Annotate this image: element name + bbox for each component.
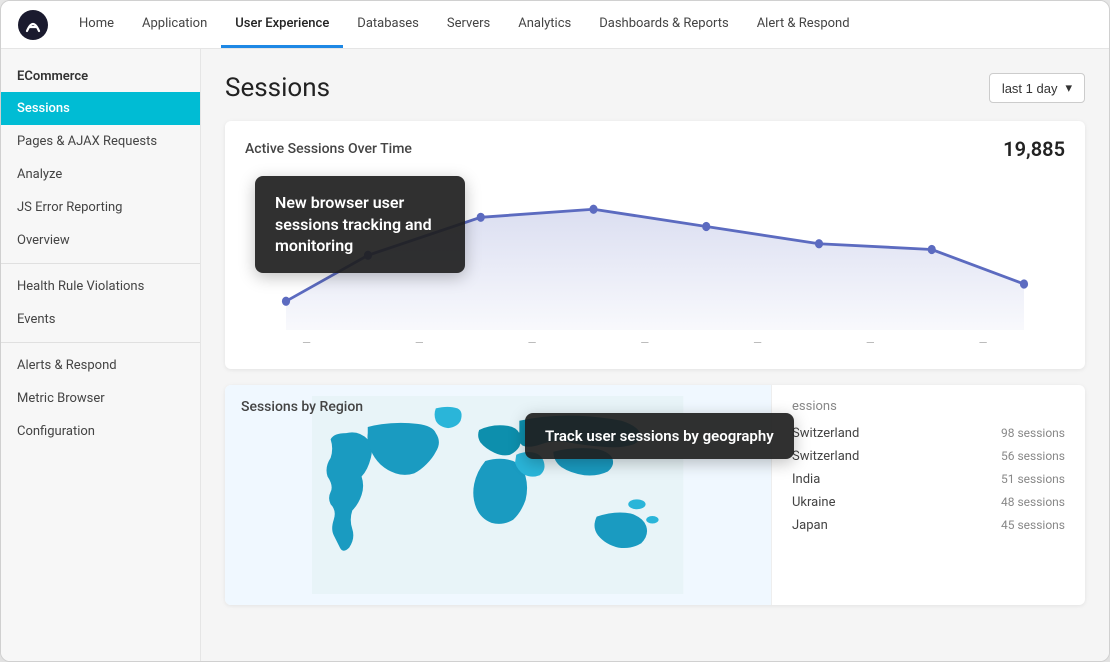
region-row-1: Switzerland 98 sessions xyxy=(792,422,1065,445)
svg-text:—: — xyxy=(866,336,875,351)
region-sessions-4: 48 sessions xyxy=(1001,495,1065,510)
region-name-5: Japan xyxy=(792,518,828,533)
region-name-4: Ukraine xyxy=(792,495,835,510)
main-layout: ECommerce Sessions Pages & AJAX Requests… xyxy=(1,49,1109,661)
svg-text:—: — xyxy=(528,336,537,351)
region-sessions-3: 51 sessions xyxy=(1001,472,1065,487)
sidebar-divider-1 xyxy=(1,263,200,264)
sidebar: ECommerce Sessions Pages & AJAX Requests… xyxy=(1,49,201,661)
svg-text:—: — xyxy=(979,336,988,351)
nav-home[interactable]: Home xyxy=(65,1,128,48)
region-sessions-5: 45 sessions xyxy=(1001,518,1065,533)
sidebar-section-label: ECommerce xyxy=(1,57,200,92)
region-name-3: India xyxy=(792,472,820,487)
region-row-4: Ukraine 48 sessions xyxy=(792,491,1065,514)
region-list-title: essions xyxy=(792,399,1065,414)
nav-servers[interactable]: Servers xyxy=(433,1,504,48)
nav-user-experience[interactable]: User Experience xyxy=(221,1,343,48)
nav-items: Home Application User Experience Databas… xyxy=(65,1,864,48)
sidebar-item-js-error[interactable]: JS Error Reporting xyxy=(1,191,200,224)
chart-value: 19,885 xyxy=(1003,137,1065,161)
svg-text:—: — xyxy=(753,336,762,351)
content-area: Sessions last 1 day ▾ Active Sessions Ov… xyxy=(201,49,1109,661)
sidebar-item-sessions[interactable]: Sessions xyxy=(1,92,200,125)
region-sessions-2: 56 sessions xyxy=(1001,449,1065,464)
sidebar-item-analyze[interactable]: Analyze xyxy=(1,158,200,191)
nav-databases[interactable]: Databases xyxy=(343,1,433,48)
geo-tooltip: Track user sessions by geography xyxy=(525,413,794,459)
region-list-area: essions Switzerland 98 sessions Switzerl… xyxy=(771,385,1085,605)
sidebar-item-alerts-respond[interactable]: Alerts & Respond xyxy=(1,349,200,382)
svg-text:—: — xyxy=(415,336,424,351)
sidebar-divider-2 xyxy=(1,342,200,343)
chart-header: Active Sessions Over Time 19,885 xyxy=(225,121,1085,169)
region-title: Sessions by Region xyxy=(241,399,363,415)
sidebar-item-metric-browser[interactable]: Metric Browser xyxy=(1,382,200,415)
nav-alert-respond[interactable]: Alert & Respond xyxy=(743,1,864,48)
region-row-3: India 51 sessions xyxy=(792,468,1065,491)
top-nav: Home Application User Experience Databas… xyxy=(1,1,1109,49)
app-window: Home Application User Experience Databas… xyxy=(0,0,1110,662)
svg-text:—: — xyxy=(640,336,649,351)
nav-analytics[interactable]: Analytics xyxy=(504,1,585,48)
sidebar-item-configuration[interactable]: Configuration xyxy=(1,415,200,448)
time-label: last 1 day xyxy=(1002,81,1058,96)
region-name-1: Switzerland xyxy=(792,426,859,441)
sessions-tooltip: New browser user sessions tracking and m… xyxy=(255,176,465,273)
time-dropdown[interactable]: last 1 day ▾ xyxy=(989,73,1085,103)
region-row-5: Japan 45 sessions xyxy=(792,514,1065,537)
sidebar-item-health-rule[interactable]: Health Rule Violations xyxy=(1,270,200,303)
region-name-2: Switzerland xyxy=(792,449,859,464)
sidebar-item-pages-ajax[interactable]: Pages & AJAX Requests xyxy=(1,125,200,158)
chevron-down-icon: ▾ xyxy=(1065,80,1072,96)
chart-title: Active Sessions Over Time xyxy=(245,141,412,157)
nav-application[interactable]: Application xyxy=(128,1,221,48)
page-title: Sessions xyxy=(225,73,330,103)
sidebar-item-overview[interactable]: Overview xyxy=(1,224,200,257)
sessions-region-card: Sessions by Region xyxy=(225,385,1085,605)
region-sessions-1: 98 sessions xyxy=(1001,426,1065,441)
app-logo xyxy=(17,9,49,41)
active-sessions-card: Active Sessions Over Time 19,885 — — — —… xyxy=(225,121,1085,369)
page-header: Sessions last 1 day ▾ xyxy=(225,73,1085,103)
region-row-2: Switzerland 56 sessions xyxy=(792,445,1065,468)
nav-dashboards[interactable]: Dashboards & Reports xyxy=(585,1,742,48)
svg-text:—: — xyxy=(302,336,311,351)
sidebar-item-events[interactable]: Events xyxy=(1,303,200,336)
